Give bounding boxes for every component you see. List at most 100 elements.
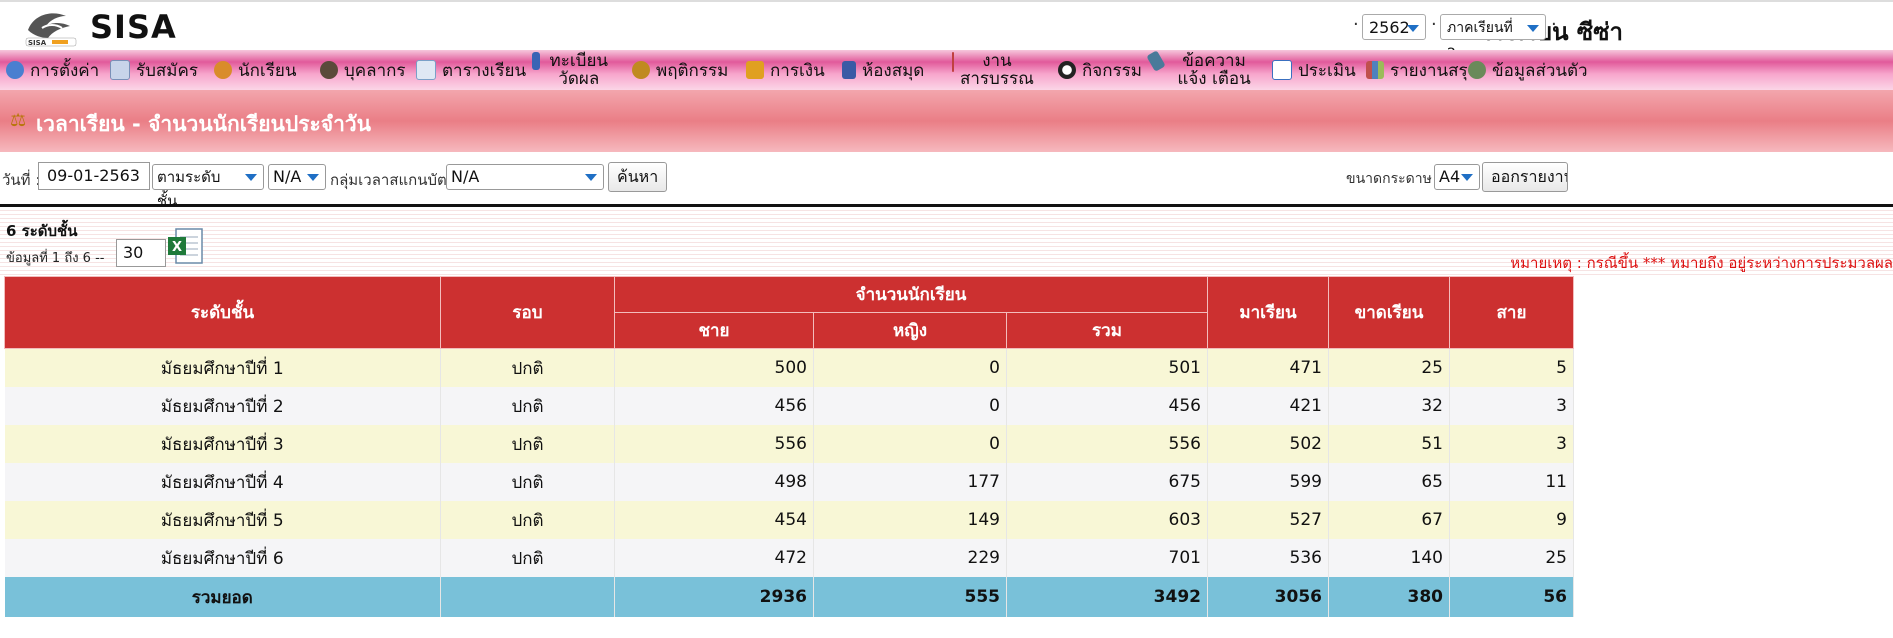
menu-item-label: พฤติกรรม bbox=[656, 60, 729, 81]
cell-round: ปกติ bbox=[440, 463, 615, 501]
export-report-button[interactable]: ออกรายงาน bbox=[1482, 162, 1568, 192]
cell-female: 555 bbox=[813, 577, 1007, 617]
cell-late: 11 bbox=[1449, 463, 1574, 501]
chevron-down-icon bbox=[585, 174, 597, 181]
menu-item-registration[interactable]: รับสมัคร bbox=[110, 50, 198, 90]
column-header-female: หญิง bbox=[813, 312, 1007, 349]
cell-late: 3 bbox=[1449, 425, 1574, 463]
profile-icon bbox=[1468, 61, 1486, 79]
menu-item-activities[interactable]: กิจกรรม bbox=[1058, 50, 1142, 90]
top-header: SISA SISA โรงเรียน ซีซ่า · 2562 · ภาคเรี… bbox=[0, 0, 1893, 62]
column-header-students: จำนวนนักเรียน bbox=[614, 276, 1208, 313]
separator-dot: · bbox=[1353, 14, 1359, 35]
cell-round: ปกติ bbox=[440, 348, 615, 387]
cell-absent: 65 bbox=[1328, 463, 1450, 501]
cell-late: 9 bbox=[1449, 501, 1574, 539]
cell-total: 501 bbox=[1006, 348, 1208, 387]
menu-item-settings[interactable]: การตั้งค่า bbox=[6, 50, 99, 90]
menu-item-label: รายงานสรุป bbox=[1390, 60, 1479, 81]
cell-female: 229 bbox=[813, 539, 1007, 577]
filter-bar: วันที่ : 09-01-2563 ตามระดับชั้น N/A กลุ… bbox=[0, 152, 1893, 210]
cell-absent: 51 bbox=[1328, 425, 1450, 463]
menu-item-label: รับสมัคร bbox=[136, 60, 199, 81]
sisa-logo-icon: SISA bbox=[25, 13, 77, 47]
chevron-down-icon bbox=[1461, 174, 1473, 181]
cell-male: 472 bbox=[614, 539, 814, 577]
cell-present: 3056 bbox=[1207, 577, 1329, 617]
menu-item-label: ตารางเรียน bbox=[442, 60, 527, 81]
menu-item-reports[interactable]: รายงานสรุป bbox=[1366, 50, 1478, 90]
scan-group-value: N/A bbox=[451, 167, 480, 186]
menu-item-finance[interactable]: การเงิน bbox=[746, 50, 825, 90]
column-header-late: สาย bbox=[1449, 276, 1574, 349]
cell-level: มัธยมศึกษาปีที่ 3 bbox=[4, 425, 441, 463]
totals-row: รวมยอด 2936 555 3492 3056 380 56 bbox=[4, 577, 1574, 617]
menu-item-label: งาน สารบรรณ bbox=[960, 51, 1034, 89]
menu-item-label: การตั้งค่า bbox=[30, 60, 100, 81]
menu-item-schedule[interactable]: ตารางเรียน bbox=[416, 50, 526, 90]
menu-item-profile[interactable]: ข้อมูลส่วนตัว bbox=[1468, 50, 1588, 90]
cell-total: 701 bbox=[1006, 539, 1208, 577]
scan-group-select[interactable]: N/A bbox=[446, 164, 604, 190]
money-icon bbox=[746, 61, 764, 79]
menu-item-notifications[interactable]: ข้อความแจ้ง เตือน bbox=[1146, 50, 1260, 92]
totals-label: รวมยอด bbox=[4, 577, 441, 617]
menu-item-documents[interactable]: งาน สารบรรณ bbox=[952, 50, 1034, 92]
cell-total: 675 bbox=[1006, 463, 1208, 501]
menu-item-staff[interactable]: บุคลากร bbox=[320, 50, 406, 90]
cell-round: ปกติ bbox=[440, 425, 615, 463]
page-title-bar: ⚖ เวลาเรียน - จำนวนนักเรียนประจำวัน bbox=[0, 90, 1893, 152]
chevron-down-icon bbox=[307, 174, 319, 181]
cell-late: 3 bbox=[1449, 387, 1574, 425]
date-label: วันที่ : bbox=[2, 171, 41, 189]
menu-item-grades[interactable]: ทะเบียน วัดผล bbox=[532, 50, 612, 92]
menu-item-evaluation[interactable]: ประเมิน bbox=[1272, 50, 1356, 90]
cell-late: 56 bbox=[1449, 577, 1574, 617]
menu-item-library[interactable]: ห้องสมุด bbox=[842, 50, 924, 90]
table-row: มัธยมศึกษาปีที่ 4 ปกติ 498 177 675 599 6… bbox=[4, 463, 1574, 501]
menu-item-behavior[interactable]: พฤติกรรม bbox=[632, 50, 728, 90]
menu-item-students[interactable]: นักเรียน bbox=[214, 50, 296, 90]
cell-total: 556 bbox=[1006, 425, 1208, 463]
cell-total: 603 bbox=[1006, 501, 1208, 539]
menu-item-label: บุคลากร bbox=[344, 60, 406, 81]
cell-absent: 25 bbox=[1328, 348, 1450, 387]
cell-male: 2936 bbox=[614, 577, 814, 617]
year-select-value: 2562 bbox=[1369, 18, 1410, 37]
chevron-down-icon bbox=[1527, 25, 1539, 32]
level-select[interactable]: N/A bbox=[268, 164, 326, 190]
cell-total: 3492 bbox=[1006, 577, 1208, 617]
table-row: มัธยมศึกษาปีที่ 1 ปกติ 500 0 501 471 25 … bbox=[4, 348, 1574, 387]
paper-size-label: ขนาดกระดาษ : bbox=[1346, 171, 1441, 187]
level-select-value: N/A bbox=[273, 167, 302, 186]
per-page-input[interactable]: 30 bbox=[116, 239, 166, 267]
level-mode-select[interactable]: ตามระดับชั้น bbox=[152, 164, 264, 210]
cell-male: 556 bbox=[614, 425, 814, 463]
date-input[interactable]: 09-01-2563 bbox=[38, 162, 150, 190]
app-logo-text: SISA bbox=[90, 8, 177, 46]
search-button[interactable]: ค้นหา bbox=[608, 162, 668, 192]
excel-export-icon[interactable]: X bbox=[168, 227, 204, 267]
menu-item-label: ข้อความแจ้ง เตือน bbox=[1177, 51, 1251, 89]
cell-present: 471 bbox=[1207, 348, 1329, 387]
cell-level: มัธยมศึกษาปีที่ 5 bbox=[4, 501, 441, 539]
paper-size-select[interactable]: A4 bbox=[1434, 164, 1480, 190]
table-row: มัธยมศึกษาปีที่ 3 ปกติ 556 0 556 502 51 … bbox=[4, 425, 1574, 463]
result-range: ข้อมูลที่ 1 ถึง 6 -- bbox=[6, 251, 105, 266]
year-select[interactable]: 2562 bbox=[1362, 14, 1426, 40]
cell-level: มัธยมศึกษาปีที่ 1 bbox=[4, 348, 441, 387]
semester-select[interactable]: ภาคเรียนที่ 2 bbox=[1440, 14, 1546, 62]
menu-item-label: กิจกรรม bbox=[1082, 60, 1143, 81]
cell-male: 498 bbox=[614, 463, 814, 501]
svg-text:X: X bbox=[172, 240, 182, 255]
menu-item-label: ห้องสมุด bbox=[862, 60, 925, 81]
cell-level: มัธยมศึกษาปีที่ 6 bbox=[4, 539, 441, 577]
cell-round: ปกติ bbox=[440, 539, 615, 577]
scan-group-label: กลุ่มเวลาสแกนบัตร : bbox=[330, 171, 465, 189]
document-icon bbox=[952, 52, 954, 72]
cell-present: 527 bbox=[1207, 501, 1329, 539]
library-icon bbox=[842, 61, 856, 79]
menu-item-label: ข้อมูลส่วนตัว bbox=[1492, 60, 1588, 81]
table-row: มัธยมศึกษาปีที่ 6 ปกติ 472 229 701 536 1… bbox=[4, 539, 1574, 577]
cell-male: 456 bbox=[614, 387, 814, 425]
